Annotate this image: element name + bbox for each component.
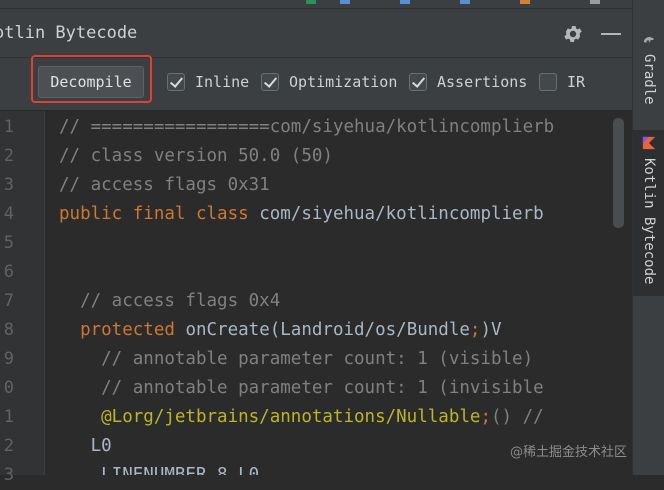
code-line: @Lorg/jetbrains/annotations/Nullable;() … [59,403,544,432]
inline-checkbox[interactable] [167,73,185,91]
toolbar-icon-fragment [590,0,600,4]
code-line: // =================com/siyehua/kotlinco… [59,113,554,142]
line-number: 2 [3,146,14,166]
panel-title: otlin Bytecode [0,23,138,43]
code-token: // annotable parameter count: 1 (visible… [59,349,534,369]
bytecode-editor[interactable]: // =================com/siyehua/kotlinco… [45,111,632,475]
code-token: // access flags 0x4 [59,291,281,311]
toolbar-icon-fragment [306,0,316,4]
code-line: public final class com/siyehua/kotlincom… [59,200,544,229]
tab-gradle[interactable]: Gradle [633,30,664,112]
code-token: // class version 50.0 (50) [59,146,333,166]
gradle-icon [643,37,655,43]
line-number: 6 [3,262,14,282]
assertions-checkbox[interactable] [409,73,427,91]
toolbar-icon-fragment [400,0,410,4]
inline-option[interactable]: Inline [167,71,249,93]
line-number: 1 [3,407,14,427]
line-number-gutter: 1 2 3 4 5 6 7 8 9 0 1 2 3 [0,111,44,485]
code-token: protected [59,320,186,340]
kotlin-icon [642,136,656,150]
code-line: protected onCreate(Landroid/os/Bundle;)V [59,316,502,345]
code-token: public final class [59,204,260,224]
line-number: 7 [3,291,14,311]
minimize-icon[interactable] [601,33,621,35]
gradle-tab-label: Gradle [641,54,657,105]
line-number: 0 [3,378,14,398]
code-token: onCreate(Landroid/os/Bundle [185,320,470,340]
decompile-button[interactable]: Decompile [38,66,144,98]
code-token: ; [469,320,481,340]
tool-window-header: otlin Bytecode [0,9,632,58]
code-token: // annotable parameter count: 1 (invisib… [59,378,544,398]
inline-label: Inline [195,73,250,91]
assertions-label: Assertions [437,73,528,91]
code-line: LINENUMBER 8 L0 [59,461,259,475]
toolbar-icon-fragment [340,0,350,4]
code-token: () // [490,407,544,427]
code-line: // access flags 0x4 [59,287,280,316]
kotlin-bytecode-tab-label: Kotlin Bytecode [641,158,657,285]
toolbar-icon-fragment [520,0,530,4]
line-number: 3 [3,175,14,195]
code-token: // =================com/siyehua/kotlinco… [59,117,555,137]
gear-icon[interactable] [562,23,584,45]
line-number: 5 [3,233,14,253]
optimization-option[interactable]: Optimization [261,71,397,93]
toolbar-icon-fragment [460,0,470,4]
ir-checkbox[interactable] [539,73,557,91]
watermark: @稀土掘金技术社区 [510,445,628,460]
code-token: // access flags 0x31 [59,175,270,195]
vertical-scrollbar[interactable] [613,118,624,228]
code-token: L0 [59,436,112,456]
assertions-option[interactable]: Assertions [409,71,527,93]
code-token: )V [480,320,502,340]
code-line: // annotable parameter count: 1 (visible… [59,345,533,374]
top-toolbar-strip [0,0,632,9]
code-token: LINENUMBER 8 L0 [59,465,260,475]
tab-kotlin-bytecode[interactable]: Kotlin Bytecode [633,130,664,296]
optimization-label: Optimization [289,73,398,91]
ir-option[interactable]: IR [539,71,585,93]
optimization-checkbox[interactable] [261,73,279,91]
code-token: ; [480,407,491,427]
line-number: 4 [3,204,14,224]
line-number: 2 [3,436,14,456]
line-number: 9 [3,349,14,369]
code-token: com/siyehua/kotlincomplierb [259,204,544,224]
code-line: // access flags 0x31 [59,171,270,200]
line-number: 8 [3,320,14,340]
line-number: 3 [3,465,14,485]
code-line: // annotable parameter count: 1 (invisib… [59,374,544,403]
code-line: L0 [59,432,112,461]
code-token: @Lorg/jetbrains/annotations/Nullable [59,407,481,427]
line-number: 1 [3,117,14,137]
code-line: // class version 50.0 (50) [59,142,333,171]
right-tool-sidebar: Gradle Kotlin Bytecode [632,0,664,475]
ir-label: IR [567,73,586,91]
